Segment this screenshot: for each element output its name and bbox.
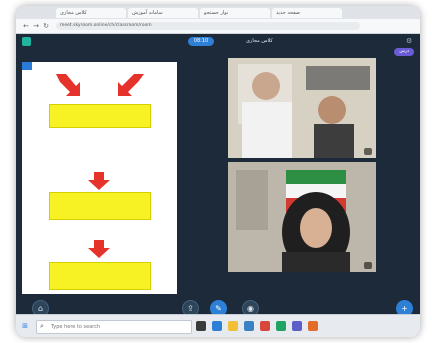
file-explorer-icon[interactable]: [228, 321, 238, 331]
url-field[interactable]: meet.skyroom.online/ch/classroom/room: [56, 22, 360, 30]
reload-icon[interactable]: ↻: [42, 22, 50, 30]
arrow-down-icon: [88, 240, 110, 258]
plus-icon: +: [401, 304, 408, 313]
participant-name: [364, 148, 372, 155]
share-icon: ⇪: [187, 304, 194, 313]
meeting-top-bar: 08:10 کلاس مجازی ⚙: [16, 34, 420, 48]
participant-video-frame: [228, 58, 376, 158]
timer-pill[interactable]: 08:10: [188, 37, 214, 46]
forward-icon[interactable]: →: [32, 22, 40, 30]
participant-video-tile[interactable]: [228, 162, 376, 272]
slide-step-box: [49, 192, 151, 220]
browser-tab[interactable]: سامانه آموزش: [128, 8, 198, 18]
app-icon[interactable]: [276, 321, 286, 331]
edge-icon[interactable]: [212, 321, 222, 331]
app-icon[interactable]: [292, 321, 302, 331]
pen-icon: ✎: [215, 304, 222, 313]
app-icon[interactable]: [260, 321, 270, 331]
browser-tab[interactable]: نوار جستجو: [200, 8, 270, 18]
shared-slide: [22, 62, 177, 294]
os-taskbar: ⊞ Type here to search ⌕: [16, 314, 420, 337]
settings-icon[interactable]: ⚙: [406, 37, 414, 45]
browser-tab-bar: کلاس مجازی سامانه آموزش نوار جستجو صفحه …: [16, 6, 420, 19]
slide-step-box: [49, 262, 151, 290]
address-bar: ← → ↻ meet.skyroom.online/ch/classroom/r…: [16, 19, 420, 34]
arrow-down-left-icon: [118, 74, 144, 96]
task-view-icon[interactable]: [196, 321, 206, 331]
camera-icon: ◉: [247, 304, 254, 313]
participant-video-tile[interactable]: [228, 58, 376, 158]
participant-video-frame: [228, 162, 376, 272]
screenshot-frame: کلاس مجازی سامانه آموزش نوار جستجو صفحه …: [16, 6, 420, 337]
browser-tab[interactable]: کلاس مجازی: [56, 8, 126, 18]
search-icon: ⌕: [40, 322, 44, 330]
arrow-down-icon: [88, 172, 110, 190]
meeting-title: کلاس مجازی: [246, 38, 273, 44]
meeting-window: 08:10 کلاس مجازی ⚙ درس ⌂ ⇪ ✎ ◉ +: [16, 34, 420, 317]
slide-step-box: [49, 104, 151, 128]
participant-name: [364, 262, 372, 269]
windows-start-icon[interactable]: ⊞: [21, 322, 29, 330]
home-icon: ⌂: [37, 304, 44, 313]
app-logo-icon: [22, 37, 31, 46]
store-icon[interactable]: [244, 321, 254, 331]
arrow-down-right-icon: [56, 74, 80, 96]
app-icon[interactable]: [308, 321, 318, 331]
browser-tab[interactable]: صفحه جدید: [272, 8, 342, 18]
status-badge: درس: [394, 48, 414, 56]
back-icon[interactable]: ←: [22, 22, 30, 30]
taskbar-search-input[interactable]: Type here to search: [36, 320, 192, 334]
slide-arrows: [56, 74, 144, 258]
